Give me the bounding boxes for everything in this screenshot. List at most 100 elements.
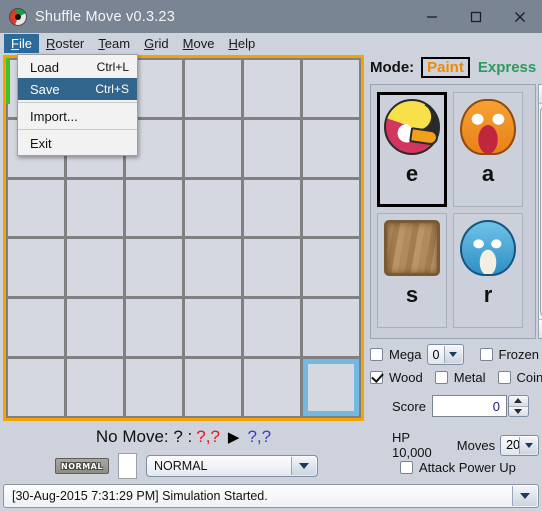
board-cell-2-4[interactable] xyxy=(185,119,241,177)
wood-icon xyxy=(384,220,440,276)
menu-item-exit[interactable]: Exit xyxy=(18,132,137,154)
type-select[interactable]: NORMAL xyxy=(146,455,318,477)
board-cell-1-4[interactable] xyxy=(185,60,241,117)
move-from: ?,? xyxy=(196,427,220,446)
species-picker: e a s r xyxy=(370,84,542,339)
mega-checkbox[interactable] xyxy=(370,348,383,361)
menu-item-save[interactable]: Save Ctrl+S xyxy=(18,78,137,100)
moves-label: Moves xyxy=(456,437,496,453)
title-bar: Shuffle Move v0.3.23 xyxy=(0,0,542,33)
menu-item-load[interactable]: Load Ctrl+L xyxy=(18,56,137,78)
move-to: ?,? xyxy=(247,427,272,446)
menu-team[interactable]: Team xyxy=(91,34,137,53)
board-cell-4-1[interactable] xyxy=(8,239,64,297)
score-label: Score xyxy=(392,398,426,414)
board-cell-3-2[interactable] xyxy=(67,179,123,237)
species-item-e[interactable]: e xyxy=(377,92,447,207)
score-input[interactable]: 0 xyxy=(431,395,507,417)
window-title: Shuffle Move v0.3.23 xyxy=(35,8,175,25)
board-cell-4-5[interactable] xyxy=(244,239,300,297)
wood-checkbox[interactable] xyxy=(370,371,383,384)
status-message: [30-Aug-2015 7:31:29 PM] Simulation Star… xyxy=(12,489,268,503)
chevron-down-icon[interactable] xyxy=(291,457,316,475)
species-scrollbar[interactable] xyxy=(538,84,542,339)
score-stepper[interactable] xyxy=(507,395,529,417)
menu-move[interactable]: Move xyxy=(176,34,222,53)
options-panel: Mega 0 Frozen Wood Metal Coin Score 0 xyxy=(370,343,542,419)
board-cell-3-3[interactable] xyxy=(126,179,182,237)
board-cell-1-6[interactable] xyxy=(303,60,359,117)
score-increment-icon[interactable] xyxy=(508,396,528,407)
metal-label: Metal xyxy=(453,370,486,385)
species-item-a[interactable]: a xyxy=(453,92,523,207)
move-info: No Move: ? : ?,? ▶ ?,? xyxy=(3,423,364,451)
mega-label: Mega xyxy=(389,347,422,362)
chevron-down-icon[interactable] xyxy=(443,346,462,363)
board-cell-6-4[interactable] xyxy=(185,359,241,416)
board-cell-5-2[interactable] xyxy=(67,299,123,357)
type-select-value: NORMAL xyxy=(154,459,208,473)
menu-item-load-accel: Ctrl+L xyxy=(96,60,129,74)
status-bar[interactable]: [30-Aug-2015 7:31:29 PM] Simulation Star… xyxy=(3,484,539,508)
species-item-r[interactable]: r xyxy=(453,213,523,328)
board-cell-3-1[interactable] xyxy=(8,179,64,237)
mode-paint-button[interactable]: Paint xyxy=(421,56,470,78)
bird-icon xyxy=(384,99,440,155)
board-cell-3-6[interactable] xyxy=(303,179,359,237)
mega-select[interactable]: 0 xyxy=(426,344,464,365)
moves-select[interactable]: 20 xyxy=(500,434,539,456)
coin-checkbox[interactable] xyxy=(497,371,511,384)
menu-file[interactable]: File xyxy=(4,34,39,53)
board-cell-5-4[interactable] xyxy=(185,299,241,357)
mode-express-button[interactable]: Express xyxy=(478,59,536,76)
menu-item-load-label: Load xyxy=(30,59,59,75)
board-cell-3-5[interactable] xyxy=(244,179,300,237)
board-cell-4-6[interactable] xyxy=(303,239,359,297)
board-cell-4-4[interactable] xyxy=(185,239,241,297)
type-color-swatch[interactable] xyxy=(118,453,137,479)
menu-help[interactable]: Help xyxy=(221,34,262,53)
attack-power-up-checkbox[interactable] xyxy=(400,461,413,474)
board-cell-2-6[interactable] xyxy=(303,119,359,177)
attack-power-up-row: Attack Power Up xyxy=(370,460,539,475)
species-item-s[interactable]: s xyxy=(377,213,447,328)
board-cell-6-6[interactable] xyxy=(303,359,359,416)
menu-roster[interactable]: Roster xyxy=(39,34,91,53)
menu-separator-1 xyxy=(18,102,137,103)
maximize-icon[interactable] xyxy=(454,0,498,33)
board-cell-4-2[interactable] xyxy=(67,239,123,297)
board-cell-5-6[interactable] xyxy=(303,299,359,357)
board-cell-5-5[interactable] xyxy=(244,299,300,357)
score-decrement-icon[interactable] xyxy=(508,406,528,416)
board-cell-6-1[interactable] xyxy=(8,359,64,416)
chevron-down-icon[interactable] xyxy=(512,486,537,506)
board-cell-4-3[interactable] xyxy=(126,239,182,297)
menu-item-import-label: Import... xyxy=(30,108,78,124)
frozen-checkbox[interactable] xyxy=(479,348,493,361)
wood-label: Wood xyxy=(389,370,423,385)
board-cell-6-5[interactable] xyxy=(244,359,300,416)
board-cell-5-1[interactable] xyxy=(8,299,64,357)
close-icon[interactable] xyxy=(498,0,542,33)
menu-item-save-label: Save xyxy=(30,81,60,97)
mode-row: Mode: Paint Express xyxy=(367,55,539,79)
species-grid: e a s r xyxy=(377,92,529,328)
minimize-icon[interactable] xyxy=(410,0,454,33)
type-row: NORMAL NORMAL xyxy=(3,453,364,479)
board-cell-6-3[interactable] xyxy=(126,359,182,416)
board-cell-6-2[interactable] xyxy=(67,359,123,416)
board-cell-2-5[interactable] xyxy=(244,119,300,177)
board-cell-5-3[interactable] xyxy=(126,299,182,357)
options-row-2: Wood Metal Coin xyxy=(370,366,542,389)
board-accent-strip xyxy=(6,58,10,104)
moves-select-value: 20 xyxy=(506,438,520,452)
metal-checkbox[interactable] xyxy=(434,371,448,384)
menu-item-import[interactable]: Import... xyxy=(18,105,137,127)
board-cell-1-5[interactable] xyxy=(244,60,300,117)
chevron-down-icon[interactable] xyxy=(519,436,537,454)
menu-separator-2 xyxy=(18,129,137,130)
menu-file-rest: ile xyxy=(18,36,32,51)
turtle-icon xyxy=(460,220,516,276)
board-cell-3-4[interactable] xyxy=(185,179,241,237)
menu-grid[interactable]: Grid xyxy=(137,34,176,53)
